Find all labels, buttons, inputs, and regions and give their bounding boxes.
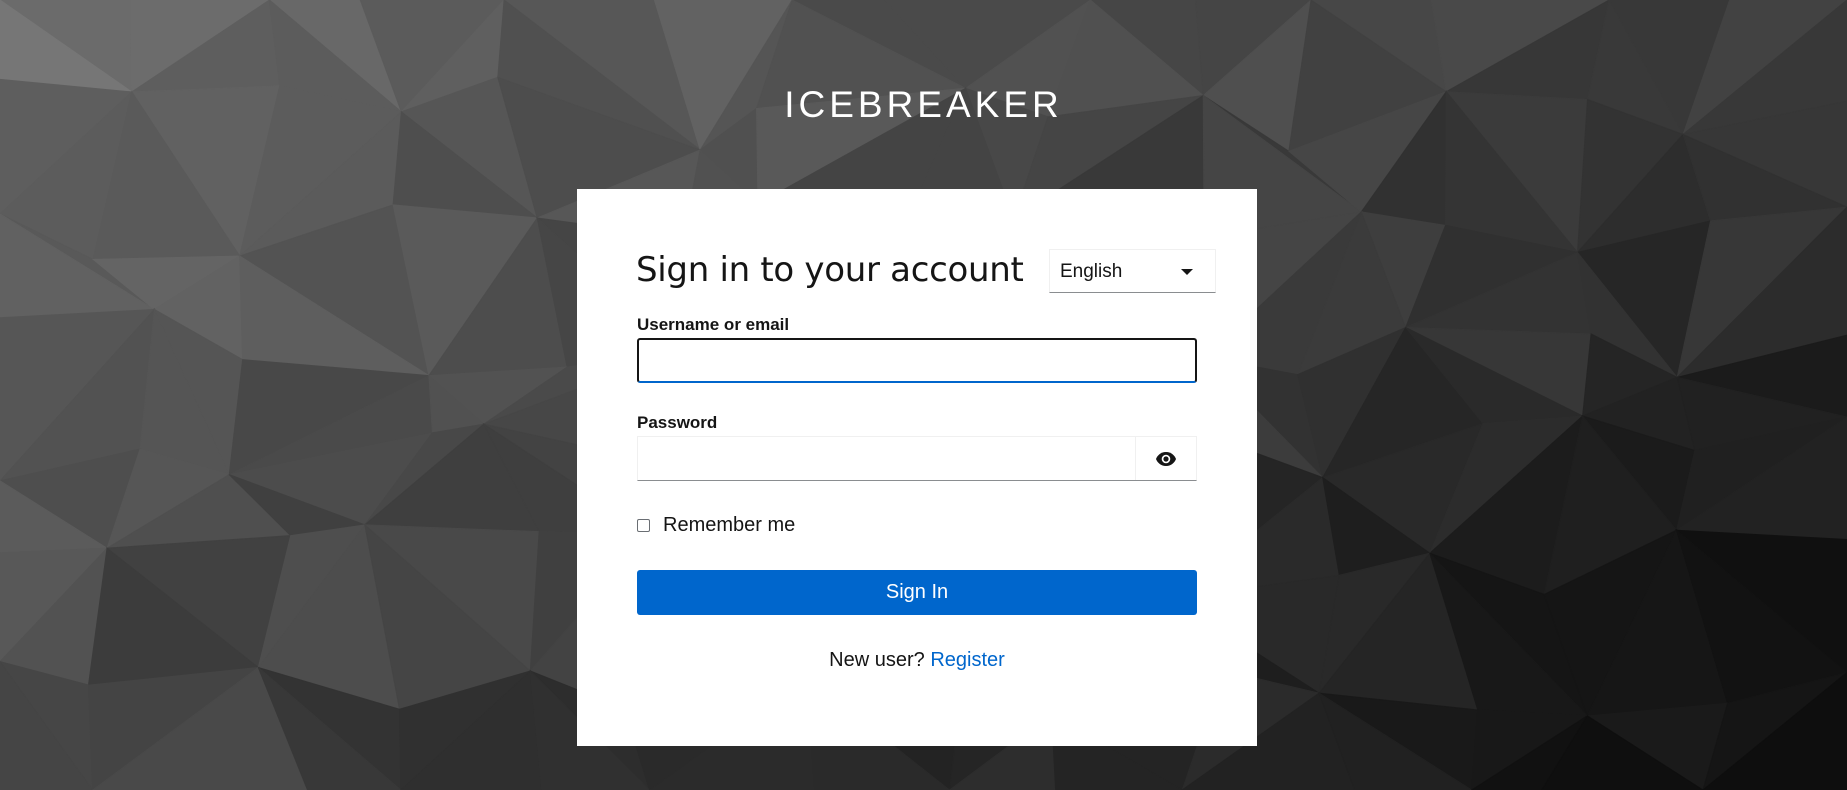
page-title: Sign in to your account — [636, 250, 1024, 290]
username-input[interactable] — [637, 338, 1197, 383]
caret-down-icon — [1181, 269, 1193, 275]
password-label: Password — [637, 413, 718, 432]
remember-me-row: Remember me — [637, 514, 795, 537]
brand-title: ICEBREAKER — [784, 84, 1063, 125]
password-input[interactable] — [638, 437, 1134, 480]
language-select[interactable]: English — [1049, 249, 1216, 293]
login-card: Sign in to your account English Username… — [577, 189, 1257, 746]
eye-icon — [1156, 451, 1176, 466]
register-link[interactable]: Register — [930, 649, 1004, 671]
remember-me-checkbox[interactable] — [637, 519, 650, 532]
sign-in-button[interactable]: Sign In — [637, 570, 1197, 615]
show-password-button[interactable] — [1135, 437, 1196, 480]
register-row: New user? Register — [577, 649, 1257, 672]
language-selected-value: English — [1060, 261, 1123, 282]
password-field-group — [637, 436, 1197, 481]
remember-me-label[interactable]: Remember me — [663, 514, 795, 537]
username-label: Username or email — [637, 315, 790, 334]
new-user-text: New user? — [829, 649, 925, 671]
